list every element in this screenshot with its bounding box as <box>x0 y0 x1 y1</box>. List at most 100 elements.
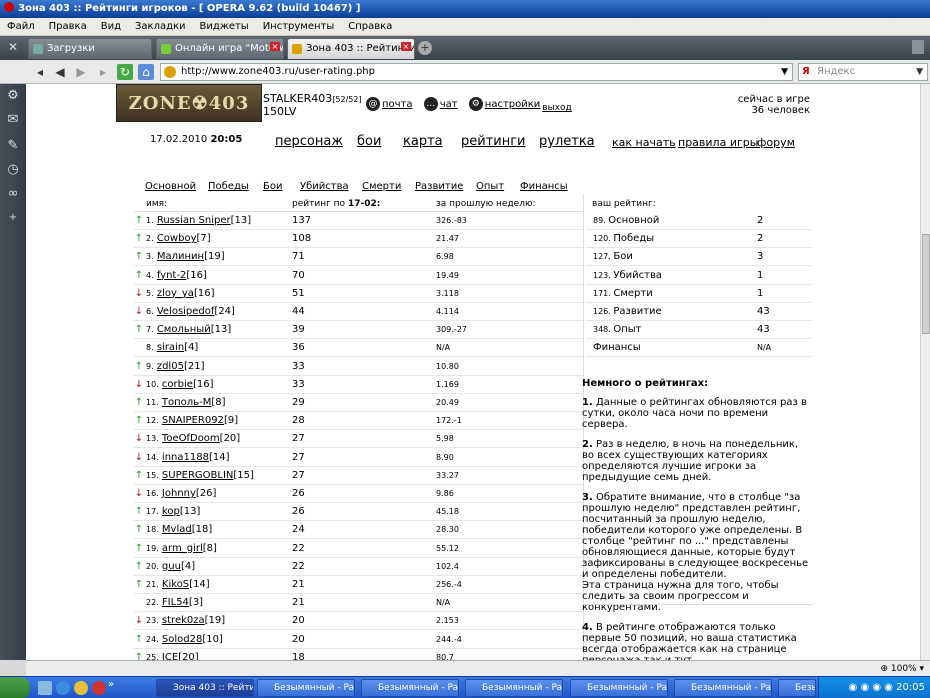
nav-map[interactable]: карта <box>403 134 443 149</box>
player-link[interactable]: Смольный <box>157 324 211 335</box>
player-link[interactable]: Russian Sniper <box>157 215 231 226</box>
player-link[interactable]: Малинин <box>157 251 204 262</box>
chat-icon[interactable]: … <box>423 97 438 111</box>
zoom-level[interactable]: ⊕ 100% ▾ <box>880 662 924 676</box>
mail-icon[interactable]: @ <box>366 97 380 111</box>
fast-forward-icon[interactable]: ▸ <box>95 64 111 80</box>
tab-battles[interactable]: Бои <box>263 181 282 192</box>
trash-icon[interactable] <box>912 40 924 54</box>
close-icon[interactable]: × <box>401 42 411 51</box>
menu-tools[interactable]: Инструменты <box>263 21 335 32</box>
address-input[interactable]: http://www.zone403.ru/user-rating.php ▼ <box>160 63 793 81</box>
nav-roulette[interactable]: рулетка <box>539 134 595 149</box>
chat-link[interactable]: чат <box>440 99 458 110</box>
player-link[interactable]: Velosipedof <box>157 306 215 317</box>
back-icon[interactable]: ◀ <box>52 64 68 80</box>
player-link[interactable]: Solod28 <box>162 634 202 645</box>
settings-icon[interactable]: ⚙ <box>468 97 483 111</box>
player-link[interactable]: Mvlad <box>162 524 192 535</box>
tab-development[interactable]: Развитие <box>415 181 463 192</box>
taskbar-item-paint[interactable]: Безымянный - Paint <box>674 679 772 697</box>
player-link[interactable]: zdl05 <box>157 361 184 372</box>
mail-icon[interactable]: ✉ <box>5 112 21 128</box>
menu-edit[interactable]: Правка <box>49 21 87 32</box>
player-link[interactable]: KikoS <box>162 579 189 590</box>
player-link[interactable]: corbie <box>162 379 193 390</box>
exit-link[interactable]: выход <box>542 103 571 113</box>
player-link[interactable]: SNAIPER092 <box>162 415 224 426</box>
nav-forum[interactable]: форум <box>757 136 795 149</box>
player-link[interactable]: kop <box>162 506 180 517</box>
tab-wins[interactable]: Победы <box>208 181 249 192</box>
forward-icon[interactable]: ▶ <box>73 64 89 80</box>
nav-battles[interactable]: бои <box>357 134 381 149</box>
tab-deaths[interactable]: Смерти <box>362 181 401 192</box>
player-link[interactable]: FIL54 <box>162 597 189 608</box>
player-link[interactable]: SUPERGOBLIN <box>162 470 233 481</box>
nav-how-to-start[interactable]: как начать <box>612 136 676 149</box>
new-tab-icon[interactable]: + <box>418 41 432 55</box>
taskbar-item-paint[interactable]: Безымянный - Paint <box>778 679 816 697</box>
gear-icon[interactable]: ⚙ <box>5 88 21 104</box>
link-icon[interactable]: ∞ <box>5 186 21 202</box>
player-link[interactable]: Cowboy <box>157 233 197 244</box>
dropdown-icon[interactable]: ▼ <box>781 64 788 80</box>
player-link[interactable]: sirain <box>157 342 184 353</box>
notes-icon[interactable]: ✎ <box>5 138 21 154</box>
my-rating-position: Финансы <box>593 339 641 357</box>
player-link[interactable]: fynt-2 <box>157 270 187 281</box>
opera-quicklaunch-icon[interactable] <box>92 681 106 695</box>
tab-main[interactable]: Основной <box>145 181 196 192</box>
menu-file[interactable]: Файл <box>7 21 35 32</box>
taskbar-item-opera[interactable]: Зона 403 :: Рейти... <box>156 679 254 697</box>
taskbar-item-paint[interactable]: Безымянный - Paint <box>465 679 563 697</box>
add-panel-icon[interactable]: + <box>5 210 21 226</box>
tools-icon[interactable]: ✕ <box>6 40 20 54</box>
menu-view[interactable]: Вид <box>101 21 121 32</box>
tab-motorwars[interactable]: Онлайн игра "Motorwars" × <box>156 38 284 59</box>
tab-experience[interactable]: Опыт <box>476 181 504 192</box>
player-link[interactable]: Тополь-М <box>162 397 211 408</box>
quicklaunch-more-icon[interactable]: » <box>108 679 114 690</box>
start-button[interactable] <box>0 677 30 698</box>
table-row: ↑ 18. Mvlad[18] 24 28.30 <box>134 521 583 540</box>
search-input[interactable]: Я Яндекс ▼ <box>798 63 928 81</box>
nav-ratings[interactable]: рейтинги <box>461 134 526 149</box>
show-desktop-icon[interactable] <box>38 681 52 695</box>
player-link[interactable]: ToeOfDoom <box>162 433 220 444</box>
scrollbar-thumb[interactable] <box>922 234 930 334</box>
close-icon[interactable]: × <box>270 42 280 51</box>
taskbar-item-paint[interactable]: Безымянный - Paint <box>570 679 668 697</box>
menu-widgets[interactable]: Виджеты <box>200 21 249 32</box>
tray-icons[interactable]: ◉ ◉ ◉ ◉ <box>849 682 897 693</box>
mail-link[interactable]: почта <box>382 99 413 110</box>
vertical-scrollbar[interactable] <box>920 84 930 660</box>
player-link[interactable]: zloy_ya <box>157 288 194 299</box>
taskbar-item-paint[interactable]: Безымянный - Paint <box>257 679 355 697</box>
ie-icon[interactable] <box>56 681 70 695</box>
nav-rules[interactable]: правила игры <box>678 136 758 149</box>
settings-link[interactable]: настройки <box>485 99 541 110</box>
menu-bookmarks[interactable]: Закладки <box>135 21 186 32</box>
menu-help[interactable]: Справка <box>348 21 392 32</box>
player-link[interactable]: strek0za <box>162 615 205 626</box>
clock-icon[interactable]: ◷ <box>5 162 21 178</box>
rewind-icon[interactable]: ◂ <box>32 64 48 80</box>
tab-finances[interactable]: Финансы <box>520 181 568 192</box>
tab-zone403[interactable]: Зона 403 :: Рейтинги и... × <box>287 38 415 59</box>
player-link[interactable]: ICE <box>162 652 178 660</box>
nav-character[interactable]: персонаж <box>275 134 343 149</box>
player-link[interactable]: arm_girl <box>162 543 203 554</box>
taskbar-item-paint[interactable]: Безымянный - Paint <box>361 679 459 697</box>
media-icon[interactable] <box>74 681 88 695</box>
tab-downloads[interactable]: Загрузки <box>28 38 152 59</box>
player-link[interactable]: Johnny <box>162 488 196 499</box>
player-link[interactable]: guu <box>162 561 181 572</box>
info-paragraph: 4. В рейтинге отображаются только первые… <box>582 622 797 660</box>
home-icon[interactable]: ⌂ <box>138 64 154 80</box>
player-link[interactable]: inna1188 <box>162 452 209 463</box>
tab-kills[interactable]: Убийства <box>300 181 349 192</box>
site-logo[interactable]: ZONE☢403 <box>116 84 262 122</box>
search-dropdown-icon[interactable]: ▼ <box>916 64 923 80</box>
reload-icon[interactable]: ↻ <box>117 64 133 80</box>
